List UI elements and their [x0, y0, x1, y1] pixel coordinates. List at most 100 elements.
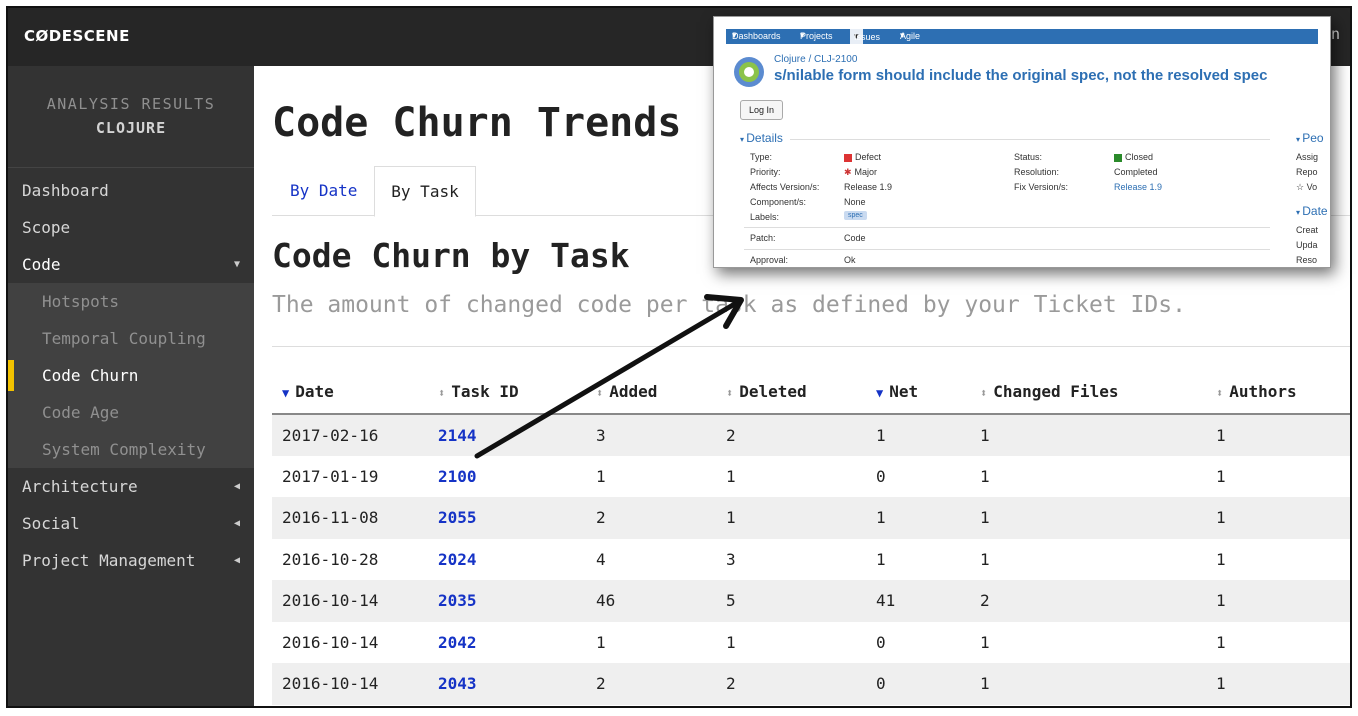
jira-nav-issues[interactable]: Issues ▾: [850, 29, 880, 44]
cell-net: 0: [866, 663, 970, 705]
cell-authors: 1: [1216, 632, 1226, 652]
task-link[interactable]: 2042: [428, 622, 586, 664]
cell-added: 1: [596, 632, 606, 652]
sidebar-item-scope[interactable]: Scope: [8, 209, 254, 246]
sidebar-subitem-code-churn[interactable]: Code Churn: [8, 357, 254, 394]
jira-nav-bar: Dashboards ▾ Projects ▾ Issues ▾ Agile ▾: [726, 29, 1318, 44]
cell-deleted: 1: [726, 632, 736, 652]
col-header-added[interactable]: ⬍ Added: [586, 370, 716, 415]
caret-left-icon: ◀: [233, 481, 240, 492]
cell-authors: 1: [1206, 580, 1350, 622]
sidebar-subitem-system-complexity[interactable]: System Complexity: [8, 431, 254, 468]
cell-net: 1: [866, 497, 970, 539]
cell-deleted: 3: [726, 549, 736, 569]
details-section-heading[interactable]: ▾ Details: [740, 131, 783, 145]
field-value: Code: [844, 233, 866, 243]
table-row: 2016-10-14 2042 1 1 0 1 1: [272, 622, 1350, 664]
jira-issue-title[interactable]: s/nilable form should include the origin…: [774, 67, 1267, 84]
field-value: Release 1.9: [844, 182, 893, 192]
task-link[interactable]: 2100: [428, 456, 586, 498]
col-header-deleted[interactable]: ⬍ Deleted: [716, 370, 866, 415]
code-subnav: Hotspots Temporal Coupling Code Churn Co…: [8, 283, 254, 468]
cell-authors: 1: [1216, 466, 1226, 486]
cell-changed-files: 1: [980, 632, 990, 652]
log-in-button[interactable]: Log In: [740, 100, 784, 120]
sidebar-item-label: Social: [22, 514, 80, 533]
sidebar-subitem-code-age[interactable]: Code Age: [8, 394, 254, 431]
tab-by-date[interactable]: By Date: [290, 166, 357, 216]
cell-deleted: 1: [726, 466, 736, 486]
field-label: Approval:: [750, 255, 789, 265]
cell-net: 1: [876, 549, 886, 569]
section-title: Code Churn by Task: [272, 236, 630, 275]
cell-changed-files: 1: [980, 466, 990, 486]
cell-net: 41: [866, 580, 970, 622]
sidebar-header-title: ANALYSIS RESULTS: [46, 95, 216, 113]
dates-section-heading[interactable]: ▾ Date: [1296, 204, 1328, 218]
cell-date: 2016-10-14: [272, 580, 428, 622]
sidebar-subitem-hotspots[interactable]: Hotspots: [8, 283, 254, 320]
cell-changed-files: 1: [980, 549, 990, 569]
col-header-date[interactable]: ▼ Date: [272, 370, 428, 415]
col-header-changed-files[interactable]: ⬍ Changed Files: [970, 370, 1206, 415]
field-value: Completed: [1114, 167, 1158, 177]
table-row: 2016-10-28 2024 4 3 1 1 1: [272, 539, 1350, 581]
sidebar-item-social[interactable]: Social ◀: [8, 505, 254, 542]
cell-net: 1: [866, 414, 970, 456]
col-header-task-id[interactable]: ⬍ Task ID: [428, 370, 586, 415]
cell-authors: 1: [1216, 549, 1226, 569]
cell-added: 2: [586, 663, 716, 705]
cell-changed-files: 1: [970, 414, 1206, 456]
col-header-net[interactable]: ▼ Net: [866, 370, 970, 415]
cell-date: 2017-02-16: [272, 414, 428, 456]
field-value: ✱ Major: [844, 167, 878, 177]
field-value: Closed: [1114, 152, 1153, 162]
sidebar-subitem-label: Code Age: [42, 403, 120, 422]
sidebar-header: ANALYSIS RESULTS CLOJURE: [8, 66, 254, 168]
jira-nav-projects[interactable]: Projects ▾: [800, 30, 833, 41]
cell-authors: 1: [1206, 663, 1350, 705]
vote-icon: ☆: [1296, 182, 1307, 192]
field-value: None: [844, 197, 866, 207]
divider: [744, 227, 1270, 228]
table-row: 2016-10-14 2035 46 5 41 2 1: [272, 580, 1350, 622]
sort-desc-icon: ▼: [282, 386, 290, 400]
cell-net: 0: [876, 632, 886, 652]
task-link[interactable]: 2035: [428, 580, 586, 622]
task-link[interactable]: 2144: [428, 414, 586, 456]
col-header-authors[interactable]: ⬍ Authors: [1206, 370, 1350, 415]
jira-nav-dashboards[interactable]: Dashboards ▾: [732, 30, 781, 41]
label-tag[interactable]: spec: [844, 211, 867, 220]
jira-nav-agile[interactable]: Agile ▾: [900, 30, 920, 41]
task-link[interactable]: 2043: [428, 663, 586, 705]
date-field-label: Upda: [1296, 240, 1318, 250]
sidebar-item-code[interactable]: Code ▼: [8, 246, 254, 283]
clojure-logo-icon: [734, 57, 764, 87]
sidebar-item-architecture[interactable]: Architecture ◀: [8, 468, 254, 505]
divider: [790, 139, 1270, 140]
cell-authors: 1: [1206, 414, 1350, 456]
tab-by-task[interactable]: By Task: [374, 166, 476, 217]
people-section-heading[interactable]: ▾ Peo: [1296, 131, 1324, 145]
codescene-logo[interactable]: CØDESCENE: [24, 27, 130, 45]
task-link[interactable]: 2024: [428, 539, 586, 581]
field-label: Resolution:: [1014, 167, 1060, 177]
jira-breadcrumb[interactable]: Clojure / CLJ-2100: [774, 54, 857, 65]
fix-version-link[interactable]: Release 1.9: [1114, 182, 1162, 192]
field-label: Affects Version/s:: [750, 182, 820, 192]
sidebar-item-project-management[interactable]: Project Management ◀: [8, 542, 254, 579]
field-label: Component/s:: [750, 197, 807, 207]
sidebar-subitem-label: Code Churn: [42, 366, 139, 385]
sidebar-item-dashboard[interactable]: Dashboard: [8, 172, 254, 209]
table-row: 2017-02-16 2144 3 2 1 1 1: [272, 414, 1350, 456]
field-label: Status:: [1014, 152, 1043, 162]
sidebar-project-name: CLOJURE: [95, 119, 167, 137]
sidebar-subitem-temporal-coupling[interactable]: Temporal Coupling: [8, 320, 254, 357]
sidebar-item-label: Architecture: [22, 477, 138, 496]
field-label: Priority:: [750, 167, 781, 177]
cell-authors: 1: [1206, 497, 1350, 539]
task-link[interactable]: 2055: [428, 497, 586, 539]
sidebar-item-label: Dashboard: [22, 181, 109, 200]
topbar-right-text: n: [1330, 25, 1340, 43]
cell-changed-files: 2: [970, 580, 1206, 622]
